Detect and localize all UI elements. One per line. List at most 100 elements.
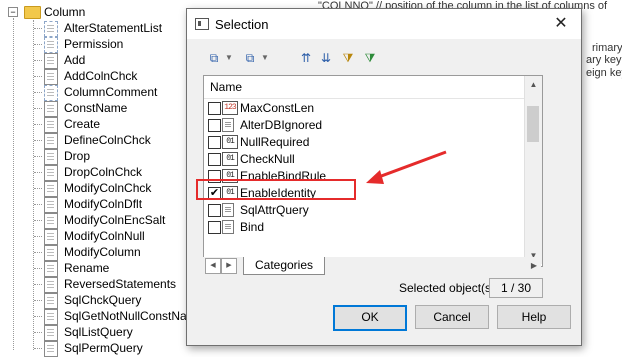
close-button[interactable]: ✕: [541, 9, 581, 39]
scroll-up-icon[interactable]: ▲: [525, 76, 542, 93]
annotation-arrow-icon: [366, 150, 447, 184]
object-tree: − Column AlterStatementList Permission Add Ad…: [0, 0, 204, 357]
selection-toolbar: ⧉ ▼ ⧉ ▼ ⇈ ⇊ ⧩ ⧩: [201, 47, 571, 69]
template-item-icon: [44, 341, 58, 357]
row-label: SqlAttrQuery: [240, 203, 309, 217]
tree-node[interactable]: Permission: [0, 36, 200, 53]
row-checkbox[interactable]: [208, 221, 221, 234]
tree-connector: [34, 188, 42, 189]
tree-connector: [34, 124, 42, 125]
tree-node[interactable]: Create: [0, 116, 200, 133]
tree-node[interactable]: SqlChckQuery: [0, 292, 200, 309]
tree-node-label: AlterStatementList: [64, 21, 163, 35]
row-checkbox[interactable]: [208, 136, 221, 149]
chevron-down-icon[interactable]: ▼: [261, 49, 269, 67]
row-checkbox[interactable]: [208, 204, 221, 217]
tree-node[interactable]: ColumnComment: [0, 84, 200, 101]
tree-node[interactable]: ModifyColnDflt: [0, 196, 200, 213]
tree-connector: [34, 332, 42, 333]
help-button[interactable]: Help: [497, 305, 571, 329]
template-item-icon: [44, 309, 58, 325]
tree-node-label: SqlGetNotNullConstName: [64, 309, 204, 323]
code-line-fragment: rimary: [592, 42, 622, 54]
tree-connector: [34, 252, 42, 253]
tree-connector: [34, 92, 42, 93]
scroll-right-icon[interactable]: ▶: [527, 259, 541, 273]
tree-node-label: SqlListQuery: [64, 325, 133, 339]
list-item[interactable]: Bind: [204, 218, 540, 235]
tree-node[interactable]: SqlGetNotNullConstName: [0, 308, 204, 325]
tree-node[interactable]: Add: [0, 52, 200, 69]
tree-node[interactable]: ModifyColnNull: [0, 228, 200, 245]
tree-node[interactable]: ModifyColumn: [0, 244, 200, 261]
tree-node[interactable]: SqlPermQuery: [0, 340, 200, 357]
list-item[interactable]: AlterDBIgnored: [204, 116, 540, 133]
tree-node[interactable]: DropColnChck: [0, 164, 200, 181]
dialog-title: Selection: [215, 17, 269, 32]
tree-node-label: AddColnChck: [64, 69, 138, 83]
tree-node[interactable]: ModifyColnEncSalt: [0, 212, 200, 229]
horizontal-scrollbar[interactable]: ▶: [333, 259, 541, 273]
row-checkbox[interactable]: [208, 102, 221, 115]
row-label: NullRequired: [240, 135, 310, 149]
select-all-icon[interactable]: ⧉: [205, 49, 223, 67]
close-icon: ✕: [554, 15, 568, 32]
template-item-icon: [44, 85, 58, 101]
tree-node[interactable]: ConstName: [0, 100, 200, 117]
template-item-icon: [44, 37, 58, 53]
tree-node[interactable]: ReversedStatements: [0, 276, 200, 293]
scroll-track[interactable]: [333, 259, 523, 273]
tree-node-column[interactable]: − Column: [0, 4, 200, 20]
tree-node[interactable]: Rename: [0, 260, 200, 277]
tab-categories[interactable]: Categories: [243, 257, 325, 275]
template-item-icon: [44, 117, 58, 133]
tree-node[interactable]: SqlListQuery: [0, 324, 200, 341]
scroll-thumb[interactable]: [527, 106, 539, 142]
template-item-icon: [222, 118, 234, 132]
move-to-bottom-icon[interactable]: ⇊: [317, 49, 335, 67]
tree-node-label: Create: [64, 117, 101, 131]
category-tabstrip: ◀ ▶ Categories ▶: [203, 257, 541, 275]
tree-connector: [34, 76, 42, 77]
filter-icon[interactable]: ⧩: [339, 49, 357, 67]
filter-checked-icon[interactable]: ⧩: [361, 49, 379, 67]
template-item-icon: [44, 197, 58, 213]
tab-scroll-right-icon[interactable]: ▶: [221, 258, 237, 274]
collapse-icon[interactable]: −: [8, 7, 18, 17]
tree-node[interactable]: AlterStatementList: [0, 20, 200, 37]
template-item-icon: [44, 133, 58, 149]
template-item-icon: [44, 293, 58, 309]
template-item-icon: [44, 261, 58, 277]
row-checkbox[interactable]: [208, 153, 221, 166]
tree-node[interactable]: DefineColnChck: [0, 132, 200, 149]
template-item-icon: [44, 101, 58, 117]
row-checkbox[interactable]: [208, 119, 221, 132]
vertical-scrollbar[interactable]: ▲ ▼: [524, 76, 542, 264]
tree-connector: [34, 220, 42, 221]
tab-scroll-left-icon[interactable]: ◀: [205, 258, 221, 274]
ok-button[interactable]: OK: [333, 305, 407, 331]
tree-node-label: Rename: [64, 261, 110, 275]
template-item-icon: [44, 277, 58, 293]
dialog-titlebar[interactable]: Selection ✕: [187, 9, 581, 39]
tree-node[interactable]: AddColnChck: [0, 68, 200, 85]
chevron-down-icon[interactable]: ▼: [225, 49, 233, 67]
template-item-icon: [44, 165, 58, 181]
row-label: CheckNull: [240, 152, 295, 166]
template-item-icon: [222, 203, 234, 217]
highlight-box: [196, 179, 356, 200]
tree-node[interactable]: Drop: [0, 148, 200, 165]
tree-connector: [34, 172, 42, 173]
move-to-top-icon[interactable]: ⇈: [297, 49, 315, 67]
tree-connector: [34, 300, 42, 301]
deselect-all-icon[interactable]: ⧉: [241, 49, 259, 67]
tree-node-label: DropColnChck: [64, 165, 143, 179]
selected-objects-label: Selected object(s):: [399, 281, 499, 295]
tree-node-label: Column: [44, 5, 86, 19]
list-item[interactable]: SqlAttrQuery: [204, 201, 540, 218]
column-header-name[interactable]: Name: [204, 76, 540, 99]
tree-node[interactable]: ModifyColnChck: [0, 180, 200, 197]
tree-connector: [34, 140, 42, 141]
list-item[interactable]: 123 MaxConstLen: [204, 99, 540, 116]
cancel-button[interactable]: Cancel: [415, 305, 489, 329]
